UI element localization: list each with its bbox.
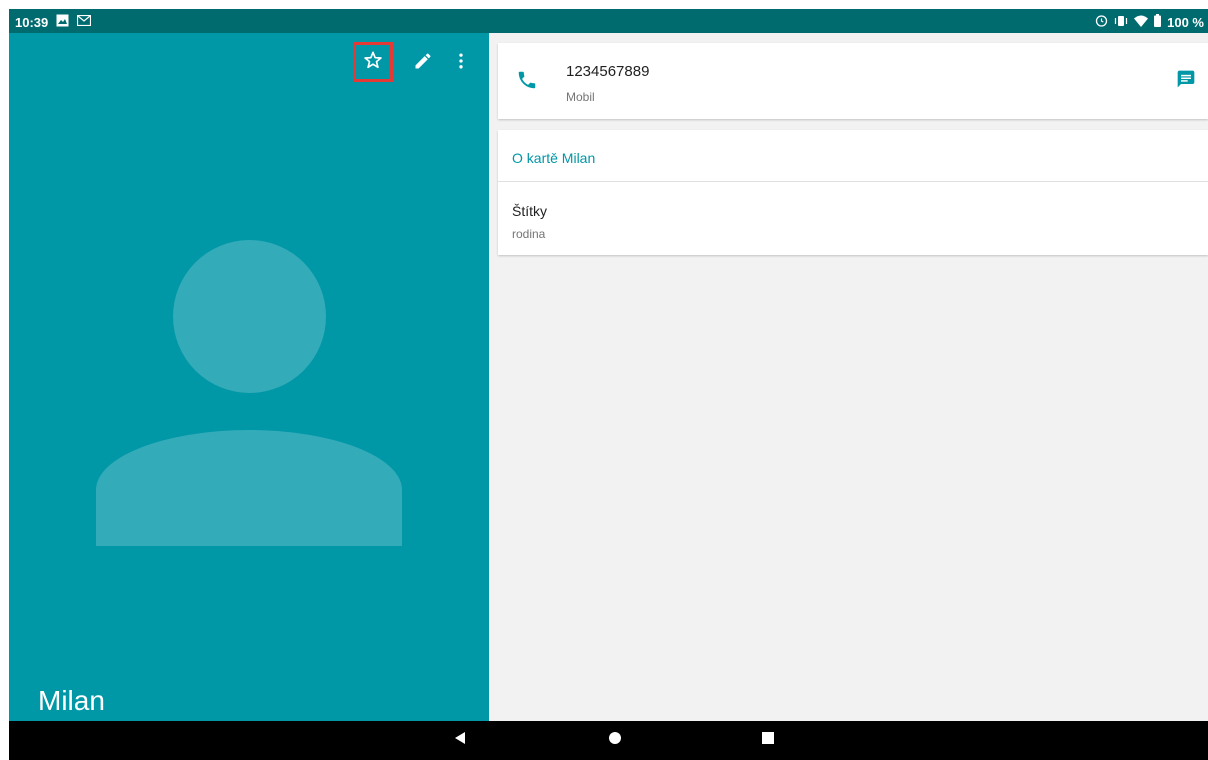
about-title: O kartě Milan	[512, 150, 596, 166]
vibrate-icon	[1114, 15, 1128, 30]
navigation-bar	[9, 721, 1208, 760]
labels-value: rodina	[512, 227, 546, 241]
phone-type: Mobil	[566, 90, 595, 104]
divider	[498, 181, 1208, 182]
battery-icon	[1154, 14, 1162, 30]
status-bar: 10:39 100 %	[9, 9, 1208, 33]
home-circle-icon	[608, 731, 622, 750]
phone-card[interactable]: 1234567889 Mobil	[498, 43, 1208, 119]
contact-header: Milan	[9, 33, 489, 721]
avatar-body	[96, 430, 402, 546]
back-button[interactable]	[440, 721, 480, 760]
phone-number: 1234567889	[566, 63, 650, 80]
labels-title: Štítky	[512, 203, 548, 219]
avatar-head	[173, 240, 326, 393]
home-button[interactable]	[595, 721, 635, 760]
phone-icon	[516, 69, 540, 93]
more-options-button[interactable]	[441, 43, 481, 83]
contact-name: Milan	[38, 685, 105, 716]
recents-square-icon	[761, 731, 775, 750]
recents-button[interactable]	[748, 721, 788, 760]
image-notification-icon	[56, 14, 69, 30]
alarm-icon	[1095, 14, 1108, 30]
message-icon	[1176, 69, 1196, 94]
about-card: O kartě Milan Štítky rodina	[498, 130, 1208, 255]
more-vertical-icon	[451, 51, 471, 76]
send-message-button[interactable]	[1172, 67, 1200, 95]
status-time: 10:39	[15, 14, 49, 30]
star-outline-icon	[363, 50, 383, 75]
mail-notification-icon	[77, 14, 92, 29]
edit-button[interactable]	[403, 43, 443, 83]
contact-details: 1234567889 Mobil O kartě Milan Štítky ro…	[489, 33, 1208, 721]
pencil-icon	[413, 51, 433, 76]
back-triangle-icon	[453, 731, 467, 750]
favorite-button[interactable]	[353, 42, 393, 82]
wifi-icon	[1134, 15, 1149, 30]
battery-percentage: 100 %	[1167, 14, 1204, 30]
